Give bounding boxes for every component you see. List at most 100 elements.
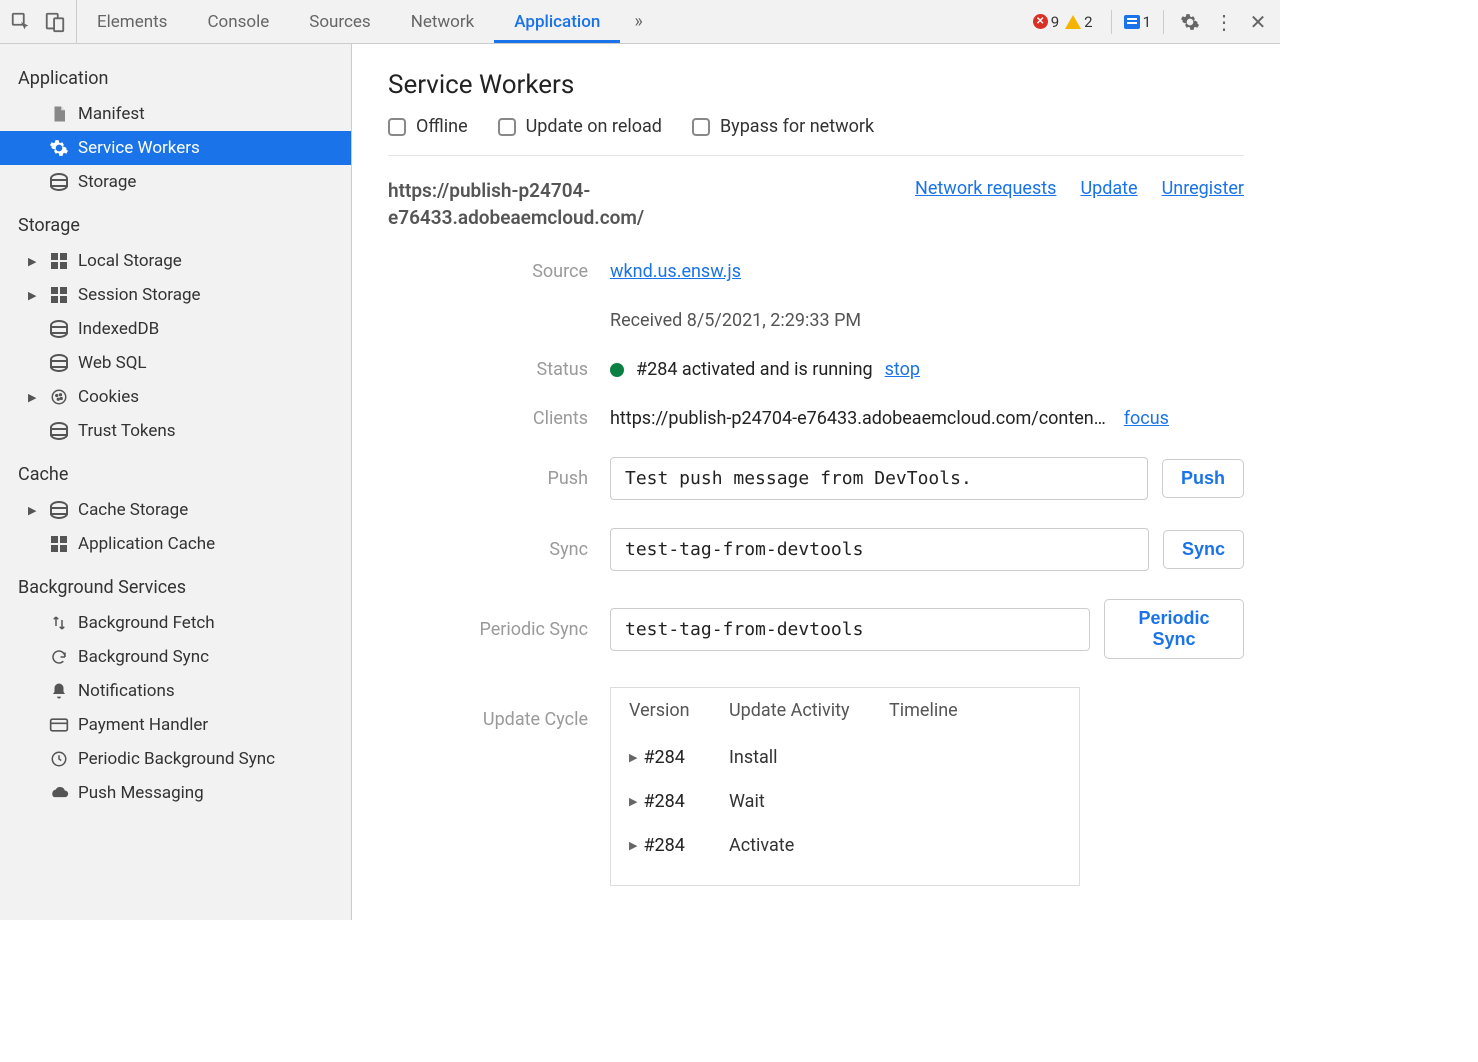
section-application: Application <box>0 52 351 97</box>
sidebar-item-manifest[interactable]: Manifest <box>0 97 351 131</box>
update-cycle-table: Version Update Activity Timeline ▶#284 I… <box>610 687 1080 886</box>
update-cycle-label: Update Cycle <box>388 687 588 730</box>
sync-icon <box>48 646 70 668</box>
source-link[interactable]: wknd.us.ensw.js <box>610 261 741 282</box>
issues-icon <box>1124 15 1140 29</box>
grid-icon <box>48 533 70 555</box>
cycle-head-timeline: Timeline <box>889 700 1049 721</box>
push-button[interactable]: Push <box>1162 459 1244 498</box>
status-dot-icon <box>610 363 624 377</box>
database-icon <box>48 318 70 340</box>
section-background-services: Background Services <box>0 561 351 606</box>
source-label: Source <box>388 261 588 282</box>
devtools-tabstrip: Elements Console Sources Network Applica… <box>0 0 1280 44</box>
stop-link[interactable]: stop <box>885 359 920 380</box>
bell-icon <box>48 680 70 702</box>
database-icon <box>48 499 70 521</box>
chevron-right-icon: ▶ <box>629 839 637 852</box>
grid-icon <box>48 284 70 306</box>
document-icon <box>48 103 70 125</box>
sync-button[interactable]: Sync <box>1163 530 1244 569</box>
sidebar-item-storage[interactable]: Storage <box>0 165 351 199</box>
cycle-head-version: Version <box>629 700 729 721</box>
cycle-row-activate[interactable]: ▶#284 Activate <box>629 823 1061 867</box>
clients-label: Clients <box>388 408 588 429</box>
network-requests-link[interactable]: Network requests <box>915 178 1056 199</box>
update-link[interactable]: Update <box>1080 178 1137 199</box>
checkbox-icon <box>692 118 710 136</box>
sidebar-item-trust-tokens[interactable]: Trust Tokens <box>0 414 351 448</box>
sidebar-item-payment-handler[interactable]: Payment Handler <box>0 708 351 742</box>
focus-link[interactable]: focus <box>1124 408 1169 429</box>
periodic-sync-input[interactable] <box>610 608 1090 651</box>
cookie-icon <box>48 386 70 408</box>
settings-icon[interactable] <box>1176 12 1204 32</box>
transfer-icon <box>48 612 70 634</box>
sidebar-item-cookies[interactable]: ▶ Cookies <box>0 380 351 414</box>
error-count-badge[interactable]: ✕ 9 <box>1033 13 1059 31</box>
warning-count: 2 <box>1084 13 1092 31</box>
database-icon <box>48 420 70 442</box>
tab-overflow-icon[interactable]: » <box>620 0 656 43</box>
bypass-network-checkbox[interactable]: Bypass for network <box>692 116 874 137</box>
periodic-sync-button[interactable]: Periodic Sync <box>1104 599 1244 659</box>
sync-input[interactable] <box>610 528 1149 571</box>
inspect-tools <box>0 0 77 43</box>
cycle-row-wait[interactable]: ▶#284 Wait <box>629 779 1061 823</box>
chevron-right-icon: ▶ <box>629 751 637 764</box>
chevron-right-icon: ▶ <box>629 795 637 808</box>
sidebar-item-application-cache[interactable]: Application Cache <box>0 527 351 561</box>
error-count: 9 <box>1051 13 1059 31</box>
issues-badge[interactable]: 1 <box>1124 13 1151 31</box>
origin-text: https://publish-p24704-e76433.adobeaemcl… <box>388 178 728 231</box>
sidebar-item-notifications[interactable]: Notifications <box>0 674 351 708</box>
clock-icon <box>48 748 70 770</box>
warning-count-badge[interactable]: 2 <box>1065 13 1092 31</box>
received-text: Received 8/5/2021, 2:29:33 PM <box>610 310 1244 331</box>
push-label: Push <box>388 468 588 489</box>
service-workers-panel: Service Workers Offline Update on reload… <box>352 44 1280 920</box>
checkbox-icon <box>498 118 516 136</box>
tab-elements[interactable]: Elements <box>77 0 187 43</box>
push-input[interactable] <box>610 457 1148 500</box>
section-cache: Cache <box>0 448 351 493</box>
tab-network[interactable]: Network <box>391 0 495 43</box>
tab-sources[interactable]: Sources <box>289 0 390 43</box>
sync-label: Sync <box>388 539 588 560</box>
periodic-sync-label: Periodic Sync <box>388 619 588 640</box>
gear-icon <box>48 137 70 159</box>
tab-application[interactable]: Application <box>494 0 620 43</box>
sidebar-item-periodic-sync[interactable]: Periodic Background Sync <box>0 742 351 776</box>
database-icon <box>48 171 70 193</box>
section-storage: Storage <box>0 199 351 244</box>
sidebar-item-websql[interactable]: Web SQL <box>0 346 351 380</box>
sidebar-item-indexeddb[interactable]: IndexedDB <box>0 312 351 346</box>
offline-checkbox[interactable]: Offline <box>388 116 468 137</box>
sidebar-item-local-storage[interactable]: ▶ Local Storage <box>0 244 351 278</box>
status-text: #284 activated and is running <box>636 359 873 380</box>
warning-icon <box>1065 15 1081 29</box>
unregister-link[interactable]: Unregister <box>1162 178 1244 199</box>
devtools-toolbar-right: ✕ 9 2 1 ⋮ ✕ <box>1027 0 1280 43</box>
cycle-row-install[interactable]: ▶#284 Install <box>629 735 1061 779</box>
tab-console[interactable]: Console <box>187 0 289 43</box>
sidebar-item-service-workers[interactable]: Service Workers <box>0 131 351 165</box>
close-icon[interactable]: ✕ <box>1244 10 1272 34</box>
device-toggle-icon[interactable] <box>44 11 66 33</box>
sidebar-item-cache-storage[interactable]: ▶ Cache Storage <box>0 493 351 527</box>
card-icon <box>48 714 70 736</box>
more-icon[interactable]: ⋮ <box>1210 10 1238 34</box>
issues-count: 1 <box>1143 13 1151 31</box>
cycle-head-activity: Update Activity <box>729 700 889 721</box>
database-icon <box>48 352 70 374</box>
sidebar-item-bg-sync[interactable]: Background Sync <box>0 640 351 674</box>
sidebar-item-push-messaging[interactable]: Push Messaging <box>0 776 351 810</box>
sidebar-item-bg-fetch[interactable]: Background Fetch <box>0 606 351 640</box>
devtools-panel-tabs: Elements Console Sources Network Applica… <box>77 0 620 43</box>
inspect-icon[interactable] <box>10 11 32 33</box>
status-label: Status <box>388 359 588 380</box>
error-icon: ✕ <box>1033 14 1048 29</box>
update-on-reload-checkbox[interactable]: Update on reload <box>498 116 662 137</box>
sidebar-item-session-storage[interactable]: ▶ Session Storage <box>0 278 351 312</box>
grid-icon <box>48 250 70 272</box>
